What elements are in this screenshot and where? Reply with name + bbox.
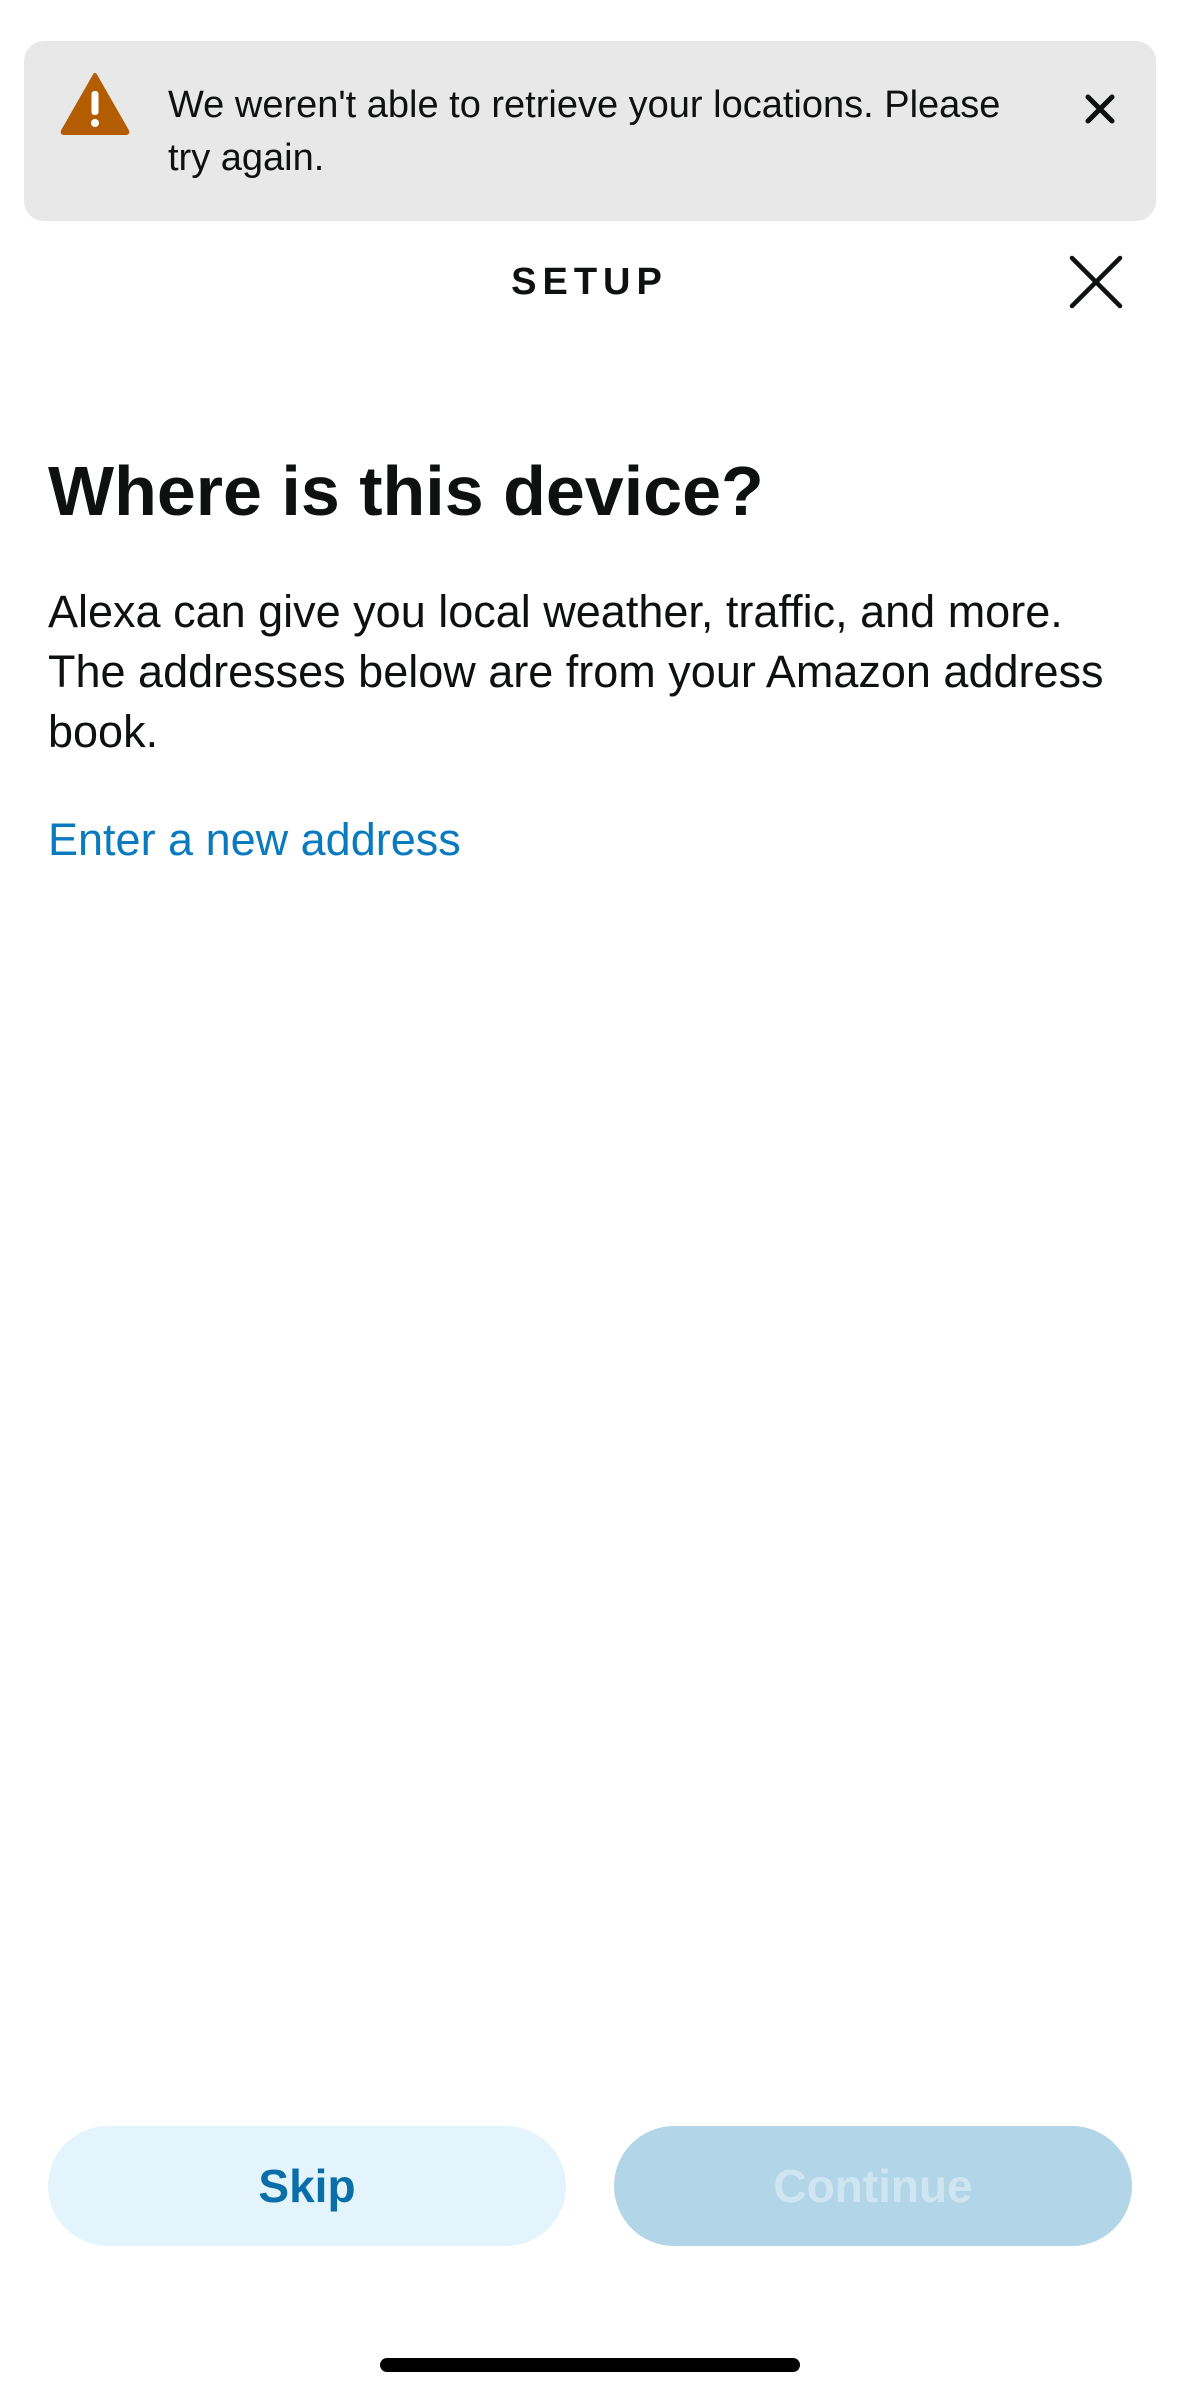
description-text: Alexa can give you local weather, traffi…: [48, 586, 1104, 757]
warning-icon: [60, 73, 130, 135]
skip-button[interactable]: Skip: [48, 2126, 566, 2246]
continue-button[interactable]: Continue: [614, 2126, 1132, 2246]
home-indicator: [380, 2358, 800, 2372]
dismiss-banner-close-icon[interactable]: [1076, 85, 1124, 133]
page-title: Where is this device?: [48, 452, 764, 530]
error-message: We weren't able to retrieve your locatio…: [168, 84, 1001, 179]
header-title: SETUP: [511, 261, 668, 303]
error-banner: We weren't able to retrieve your locatio…: [24, 41, 1156, 221]
close-setup-close-icon[interactable]: [1068, 254, 1124, 310]
enter-new-address-link[interactable]: Enter a new address: [48, 810, 461, 870]
